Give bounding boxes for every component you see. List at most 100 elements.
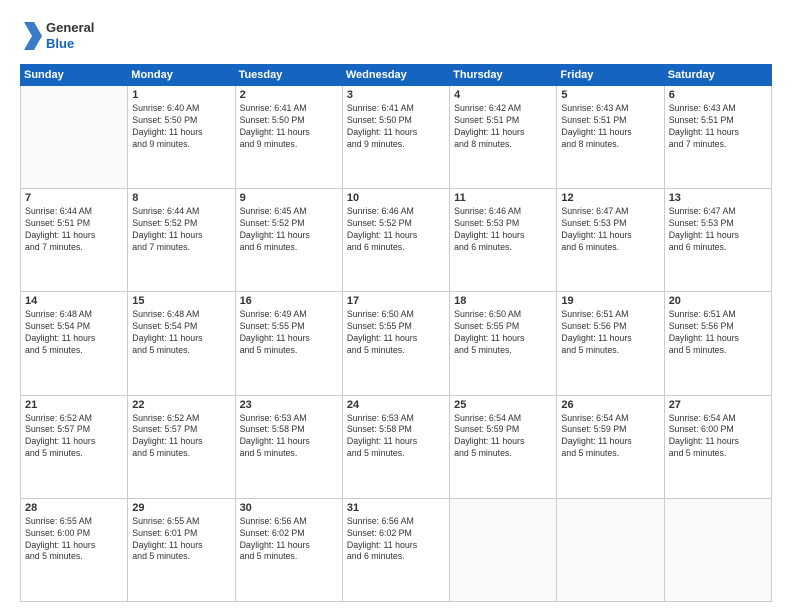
calendar-cell: 28 Sunrise: 6:55 AMSunset: 6:00 PMDayligh… — [21, 498, 128, 601]
day-info: Sunrise: 6:43 AMSunset: 5:51 PMDaylight:… — [669, 103, 767, 151]
calendar-cell: 18 Sunrise: 6:50 AMSunset: 5:55 PMDayligh… — [450, 292, 557, 395]
calendar-cell — [450, 498, 557, 601]
calendar-day-header: Sunday — [21, 65, 128, 86]
day-number: 27 — [669, 399, 767, 411]
calendar-cell: 6 Sunrise: 6:43 AMSunset: 5:51 PMDaylight… — [664, 86, 771, 189]
calendar-header-row: SundayMondayTuesdayWednesdayThursdayFrid… — [21, 65, 772, 86]
day-info: Sunrise: 6:44 AMSunset: 5:51 PMDaylight:… — [25, 206, 123, 254]
day-number: 7 — [25, 192, 123, 204]
day-number: 22 — [132, 399, 230, 411]
day-number: 18 — [454, 295, 552, 307]
calendar-cell: 27 Sunrise: 6:54 AMSunset: 6:00 PMDayligh… — [664, 395, 771, 498]
day-info: Sunrise: 6:50 AMSunset: 5:55 PMDaylight:… — [347, 309, 445, 357]
day-number: 11 — [454, 192, 552, 204]
day-info: Sunrise: 6:41 AMSunset: 5:50 PMDaylight:… — [240, 103, 338, 151]
calendar-cell: 8Sunrise: 6:44 AMSunset: 5:52 PMDaylight… — [128, 189, 235, 292]
calendar-cell: 3Sunrise: 6:41 AMSunset: 5:50 PMDaylight… — [342, 86, 449, 189]
calendar-cell: 2 Sunrise: 6:41 AMSunset: 5:50 PMDaylight… — [235, 86, 342, 189]
calendar-cell: 29 Sunrise: 6:55 AMSunset: 6:01 PMDayligh… — [128, 498, 235, 601]
day-info: Sunrise: 6:40 AMSunset: 5:50 PMDaylight:… — [132, 103, 230, 151]
calendar-cell: 25 Sunrise: 6:54 AMSunset: 5:59 PMDayligh… — [450, 395, 557, 498]
calendar-cell — [21, 86, 128, 189]
day-info: Sunrise: 6:52 AMSunset: 5:57 PMDaylight:… — [132, 413, 230, 461]
day-number: 6 — [669, 89, 767, 101]
day-number: 9 — [240, 192, 338, 204]
calendar-cell: 10 Sunrise: 6:46 AMSunset: 5:52 PMDayligh… — [342, 189, 449, 292]
calendar-week-row: 7 Sunrise: 6:44 AMSunset: 5:51 PMDaylight… — [21, 189, 772, 292]
day-number: 31 — [347, 502, 445, 514]
calendar-table: SundayMondayTuesdayWednesdayThursdayFrid… — [20, 64, 772, 602]
day-number: 19 — [561, 295, 659, 307]
calendar-cell — [664, 498, 771, 601]
calendar-cell: 16Sunrise: 6:49 AMSunset: 5:55 PMDayligh… — [235, 292, 342, 395]
calendar-cell: 9Sunrise: 6:45 AMSunset: 5:52 PMDaylight… — [235, 189, 342, 292]
day-info: Sunrise: 6:47 AMSunset: 5:53 PMDaylight:… — [561, 206, 659, 254]
day-info: Sunrise: 6:55 AMSunset: 6:00 PMDaylight:… — [25, 516, 123, 564]
calendar-cell: 19 Sunrise: 6:51 AMSunset: 5:56 PMDayligh… — [557, 292, 664, 395]
calendar-cell: 12 Sunrise: 6:47 AMSunset: 5:53 PMDayligh… — [557, 189, 664, 292]
day-info: Sunrise: 6:48 AMSunset: 5:54 PMDaylight:… — [25, 309, 123, 357]
day-info: Sunrise: 6:54 AMSunset: 6:00 PMDaylight:… — [669, 413, 767, 461]
logo-chevron-icon — [20, 18, 42, 54]
calendar-day-header: Thursday — [450, 65, 557, 86]
day-info: Sunrise: 6:53 AMSunset: 5:58 PMDaylight:… — [240, 413, 338, 461]
calendar-cell: 23 Sunrise: 6:53 AMSunset: 5:58 PMDayligh… — [235, 395, 342, 498]
day-number: 4 — [454, 89, 552, 101]
calendar-cell: 24 Sunrise: 6:53 AMSunset: 5:58 PMDayligh… — [342, 395, 449, 498]
calendar-cell: 21Sunrise: 6:52 AMSunset: 5:57 PMDayligh… — [21, 395, 128, 498]
day-info: Sunrise: 6:51 AMSunset: 5:56 PMDaylight:… — [561, 309, 659, 357]
day-info: Sunrise: 6:48 AMSunset: 5:54 PMDaylight:… — [132, 309, 230, 357]
calendar-week-row: 14 Sunrise: 6:48 AMSunset: 5:54 PMDayligh… — [21, 292, 772, 395]
day-number: 23 — [240, 399, 338, 411]
logo: GeneralBlue — [20, 18, 94, 54]
day-number: 21 — [25, 399, 123, 411]
calendar-week-row: 1Sunrise: 6:40 AMSunset: 5:50 PMDaylight… — [21, 86, 772, 189]
logo-text: GeneralBlue — [46, 20, 94, 51]
day-number: 26 — [561, 399, 659, 411]
page: GeneralBlue SundayMondayTuesdayWednesday… — [0, 0, 792, 612]
day-info: Sunrise: 6:46 AMSunset: 5:53 PMDaylight:… — [454, 206, 552, 254]
day-number: 24 — [347, 399, 445, 411]
day-info: Sunrise: 6:51 AMSunset: 5:56 PMDaylight:… — [669, 309, 767, 357]
calendar-day-header: Monday — [128, 65, 235, 86]
day-number: 8 — [132, 192, 230, 204]
day-info: Sunrise: 6:53 AMSunset: 5:58 PMDaylight:… — [347, 413, 445, 461]
calendar-cell: 30 Sunrise: 6:56 AMSunset: 6:02 PMDayligh… — [235, 498, 342, 601]
day-number: 29 — [132, 502, 230, 514]
calendar-cell: 4 Sunrise: 6:42 AMSunset: 5:51 PMDaylight… — [450, 86, 557, 189]
day-info: Sunrise: 6:54 AMSunset: 5:59 PMDaylight:… — [454, 413, 552, 461]
day-info: Sunrise: 6:54 AMSunset: 5:59 PMDaylight:… — [561, 413, 659, 461]
calendar-week-row: 21 Sunrise: 6:52 AMSunset: 5:57 PMDayligh… — [21, 395, 772, 498]
day-number: 15 — [132, 295, 230, 307]
day-info: Sunrise: 6:42 AMSunset: 5:51 PMDaylight:… — [454, 103, 552, 151]
day-number: 10 — [347, 192, 445, 204]
day-info: Sunrise: 6:50 AMSunset: 5:55 PMDaylight:… — [454, 309, 552, 357]
day-number: 14 — [25, 295, 123, 307]
day-info: Sunrise: 6:55 AMSunset: 6:01 PMDaylight:… — [132, 516, 230, 564]
day-info: Sunrise: 6:56 AMSunset: 6:02 PMDaylight:… — [347, 516, 445, 564]
calendar-cell: 1Sunrise: 6:40 AMSunset: 5:50 PMDaylight… — [128, 86, 235, 189]
day-info: Sunrise: 6:41 AMSunset: 5:50 PMDaylight:… — [347, 103, 445, 151]
day-info: Sunrise: 6:46 AMSunset: 5:52 PMDaylight:… — [347, 206, 445, 254]
day-number: 25 — [454, 399, 552, 411]
day-number: 2 — [240, 89, 338, 101]
calendar-day-header: Saturday — [664, 65, 771, 86]
day-number: 16 — [240, 295, 338, 307]
header: GeneralBlue — [20, 18, 772, 54]
day-info: Sunrise: 6:56 AMSunset: 6:02 PMDaylight:… — [240, 516, 338, 564]
calendar-day-header: Wednesday — [342, 65, 449, 86]
day-number: 13 — [669, 192, 767, 204]
calendar-cell: 31 Sunrise: 6:56 AMSunset: 6:02 PMDayligh… — [342, 498, 449, 601]
calendar-week-row: 28 Sunrise: 6:55 AMSunset: 6:00 PMDayligh… — [21, 498, 772, 601]
calendar-cell: 13 Sunrise: 6:47 AMSunset: 5:53 PMDayligh… — [664, 189, 771, 292]
day-number: 12 — [561, 192, 659, 204]
calendar-cell: 26 Sunrise: 6:54 AMSunset: 5:59 PMDayligh… — [557, 395, 664, 498]
day-number: 30 — [240, 502, 338, 514]
day-number: 28 — [25, 502, 123, 514]
calendar-cell — [557, 498, 664, 601]
calendar-cell: 5Sunrise: 6:43 AMSunset: 5:51 PMDaylight… — [557, 86, 664, 189]
calendar-day-header: Friday — [557, 65, 664, 86]
calendar-cell: 22 Sunrise: 6:52 AMSunset: 5:57 PMDayligh… — [128, 395, 235, 498]
calendar-cell: 14 Sunrise: 6:48 AMSunset: 5:54 PMDayligh… — [21, 292, 128, 395]
day-info: Sunrise: 6:47 AMSunset: 5:53 PMDaylight:… — [669, 206, 767, 254]
